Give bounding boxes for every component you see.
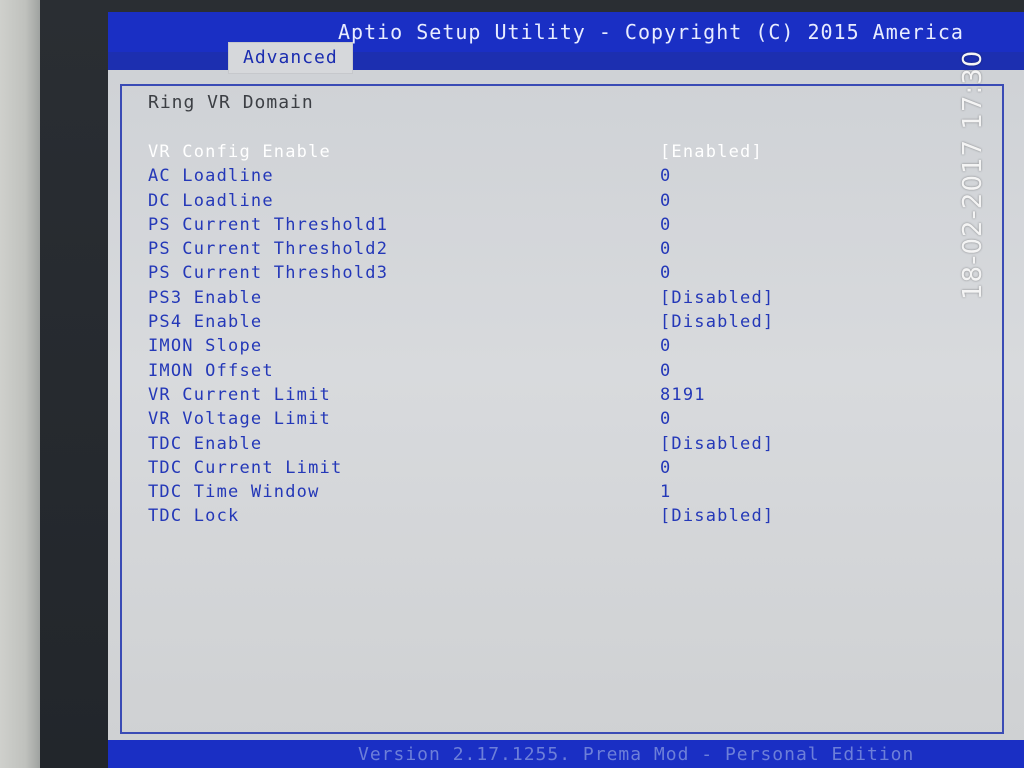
setting-row-imon-offset[interactable]: IMON Offset 0 [148, 361, 868, 385]
setting-value[interactable]: 0 [660, 191, 671, 211]
setting-label: TDC Time Window [148, 482, 320, 503]
setting-label: TDC Current Limit [148, 457, 343, 478]
setting-row-dc-loadline[interactable]: DC Loadline 0 [148, 191, 868, 215]
setting-label: VR Voltage Limit [148, 409, 331, 430]
setting-row-ps-current-threshold1[interactable]: PS Current Threshold1 0 [148, 215, 868, 239]
setting-row-ps-current-threshold3[interactable]: PS Current Threshold3 0 [148, 263, 868, 287]
setting-value[interactable]: [Disabled] [660, 288, 774, 308]
setting-row-vr-current-limit[interactable]: VR Current Limit 8191 [148, 385, 868, 409]
setting-value[interactable]: [Disabled] [660, 312, 774, 332]
setting-value[interactable]: [Enabled] [660, 142, 763, 162]
setting-row-vr-config-enable[interactable]: VR Config Enable [Enabled] [148, 142, 868, 166]
setting-row-vr-voltage-limit[interactable]: VR Voltage Limit 0 [148, 409, 868, 433]
footer-bar: Version 2.17.1255. Prema Mod - Personal … [108, 740, 1024, 768]
tab-advanced[interactable]: Advanced [228, 42, 353, 74]
setting-value[interactable]: 8191 [660, 385, 706, 405]
setting-row-ac-loadline[interactable]: AC Loadline 0 [148, 166, 868, 190]
setting-row-ps-current-threshold2[interactable]: PS Current Threshold2 0 [148, 239, 868, 263]
title-text: Aptio Setup Utility - Copyright (C) 2015… [338, 20, 964, 44]
setting-value[interactable]: [Disabled] [660, 506, 774, 526]
setting-label: PS4 Enable [148, 312, 263, 333]
setting-label: IMON Offset [148, 360, 274, 381]
setting-value[interactable]: 1 [660, 482, 671, 502]
setting-label: DC Loadline [148, 190, 274, 211]
version-text: Version 2.17.1255. Prema Mod - Personal … [358, 744, 915, 765]
setting-value[interactable]: 0 [660, 263, 671, 283]
setting-label: VR Config Enable [148, 142, 331, 162]
setting-label: PS3 Enable [148, 287, 263, 308]
setting-value[interactable]: 0 [660, 166, 671, 186]
setting-value[interactable]: 0 [660, 215, 671, 235]
setting-label: PS Current Threshold2 [148, 239, 389, 260]
setting-label: TDC Lock [148, 506, 240, 527]
settings-panel: Ring VR Domain VR Config Enable [Enabled… [108, 70, 1024, 742]
setting-label: PS Current Threshold3 [148, 263, 389, 284]
setting-value[interactable]: 0 [660, 336, 671, 356]
setting-row-tdc-time-window[interactable]: TDC Time Window 1 [148, 482, 868, 506]
setting-value[interactable]: 0 [660, 239, 671, 259]
setting-label: TDC Enable [148, 433, 263, 454]
settings-list: VR Config Enable [Enabled] AC Loadline 0… [148, 142, 868, 531]
setting-row-tdc-enable[interactable]: TDC Enable [Disabled] [148, 434, 868, 458]
setting-label: AC Loadline [148, 166, 274, 187]
setting-label: VR Current Limit [148, 384, 331, 405]
setting-row-ps4-enable[interactable]: PS4 Enable [Disabled] [148, 312, 868, 336]
section-title: Ring VR Domain [148, 92, 314, 113]
setting-value[interactable]: 0 [660, 409, 671, 429]
setting-row-ps3-enable[interactable]: PS3 Enable [Disabled] [148, 288, 868, 312]
setting-value[interactable]: [Disabled] [660, 434, 774, 454]
photo-timestamp: 18-02-2017 17:30 [958, 49, 988, 300]
setting-label: PS Current Threshold1 [148, 214, 389, 235]
setting-value[interactable]: 0 [660, 361, 671, 381]
setting-row-tdc-lock[interactable]: TDC Lock [Disabled] [148, 506, 868, 530]
bios-screen: Aptio Setup Utility - Copyright (C) 2015… [108, 12, 1024, 768]
setting-row-imon-slope[interactable]: IMON Slope 0 [148, 336, 868, 360]
setting-value[interactable]: 0 [660, 458, 671, 478]
setting-label: IMON Slope [148, 336, 263, 357]
setting-row-tdc-current-limit[interactable]: TDC Current Limit 0 [148, 458, 868, 482]
